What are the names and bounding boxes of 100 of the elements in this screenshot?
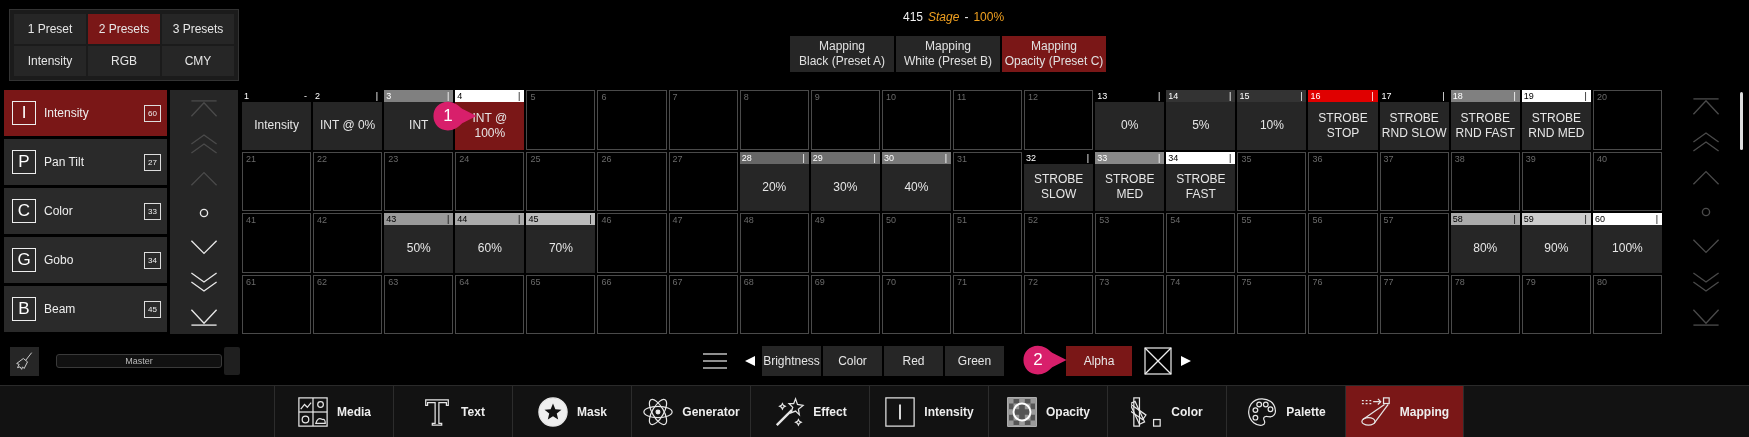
preset-cell[interactable]: 34 | STROBE FAST [1166, 151, 1236, 211]
empty-cell[interactable]: 69 [810, 274, 880, 334]
toolbar-button[interactable]: Text [393, 386, 512, 437]
broom-button[interactable] [10, 346, 39, 376]
preset-button[interactable]: 2 Presets [88, 14, 160, 44]
category-item[interactable]: P Pan Tilt 27 [4, 139, 167, 185]
empty-cell[interactable]: 61 [242, 274, 312, 334]
preset-cell[interactable]: 33 | STROBE MED [1095, 151, 1165, 211]
empty-cell[interactable]: 37 [1379, 151, 1449, 211]
category-item[interactable]: B Beam 45 [4, 286, 167, 332]
empty-cell[interactable]: 66 [597, 274, 667, 334]
empty-cell[interactable]: 68 [739, 274, 809, 334]
mapping-button[interactable]: Mapping Black (Preset A) [790, 36, 894, 72]
preset-cell[interactable]: 16 | STROBE STOP [1308, 90, 1378, 150]
empty-cell[interactable]: 5 [526, 90, 596, 150]
empty-cell[interactable]: 46 [597, 213, 667, 273]
toolbar-button[interactable]: Opacity [988, 386, 1107, 437]
preset-cell[interactable]: 44 | 60% [455, 213, 525, 273]
empty-cell[interactable]: 80 [1592, 274, 1662, 334]
empty-cell[interactable]: 79 [1521, 274, 1591, 334]
empty-cell[interactable]: 36 [1308, 151, 1378, 211]
empty-cell[interactable]: 77 [1379, 274, 1449, 334]
preset-button[interactable]: 1 Preset [14, 14, 86, 44]
preset-cell[interactable]: 60 | 100% [1592, 213, 1662, 273]
empty-cell[interactable]: 47 [668, 213, 738, 273]
empty-cell[interactable]: 57 [1379, 213, 1449, 273]
empty-cell[interactable]: 54 [1166, 213, 1236, 273]
empty-cell[interactable]: 21 [242, 151, 312, 211]
preset-cell[interactable]: 14 | 5% [1166, 90, 1236, 150]
preset-cell[interactable]: 45 | 70% [526, 213, 596, 273]
crossed-box-icon[interactable] [1144, 347, 1172, 375]
toolbar-button[interactable]: Intensity [869, 386, 988, 437]
empty-cell[interactable]: 67 [668, 274, 738, 334]
preset-button[interactable]: Intensity [14, 46, 86, 76]
preset-cell[interactable]: 59 | 90% [1521, 213, 1591, 273]
toolbar-button[interactable]: Media [274, 386, 393, 437]
preset-cell[interactable]: 19 | STROBE RND MED [1521, 90, 1591, 150]
preset-cell[interactable]: 1 - Intensity [242, 90, 312, 150]
empty-cell[interactable]: 27 [668, 151, 738, 211]
empty-cell[interactable]: 53 [1095, 213, 1165, 273]
empty-cell[interactable]: 26 [597, 151, 667, 211]
category-item[interactable]: G Gobo 34 [4, 237, 167, 283]
preset-cell[interactable]: 4 | INT @ 100% [455, 90, 525, 150]
next-icon[interactable] [1180, 355, 1192, 367]
empty-cell[interactable]: 56 [1308, 213, 1378, 273]
empty-cell[interactable]: 48 [739, 213, 809, 273]
empty-cell[interactable]: 70 [881, 274, 951, 334]
preset-cell[interactable]: 17 | STROBE RND SLOW [1379, 90, 1449, 150]
empty-cell[interactable]: 62 [313, 274, 383, 334]
empty-cell[interactable]: 42 [313, 213, 383, 273]
empty-cell[interactable]: 22 [313, 151, 383, 211]
empty-cell[interactable]: 11 [953, 90, 1023, 150]
empty-cell[interactable]: 74 [1166, 274, 1236, 334]
toolbar-button[interactable]: Mapping [1345, 386, 1464, 437]
preset-cell[interactable]: 30 | 40% [881, 151, 951, 211]
channel-button[interactable]: Red [884, 346, 943, 376]
empty-cell[interactable]: 71 [953, 274, 1023, 334]
preset-cell[interactable]: 32 | STROBE SLOW [1024, 151, 1094, 211]
channel-button[interactable]: Green [945, 346, 1004, 376]
empty-cell[interactable]: 6 [597, 90, 667, 150]
empty-cell[interactable]: 73 [1095, 274, 1165, 334]
menu-icon[interactable] [702, 351, 728, 371]
empty-cell[interactable]: 50 [881, 213, 951, 273]
empty-cell[interactable]: 10 [881, 90, 951, 150]
empty-cell[interactable]: 9 [810, 90, 880, 150]
toolbar-button[interactable]: Mask [512, 386, 631, 437]
empty-cell[interactable]: 40 [1592, 151, 1662, 211]
empty-cell[interactable]: 55 [1237, 213, 1307, 273]
category-item[interactable]: C Color 33 [4, 188, 167, 234]
empty-cell[interactable]: 72 [1024, 274, 1094, 334]
toolbar-button[interactable]: Effect [750, 386, 869, 437]
empty-cell[interactable]: 52 [1024, 213, 1094, 273]
preset-cell[interactable]: 15 | 10% [1237, 90, 1307, 150]
empty-cell[interactable]: 31 [953, 151, 1023, 211]
preset-button[interactable]: CMY [162, 46, 234, 76]
channel-button[interactable]: Alpha [1066, 346, 1132, 376]
previous-icon[interactable] [744, 355, 756, 367]
empty-cell[interactable]: 75 [1237, 274, 1307, 334]
empty-cell[interactable]: 65 [526, 274, 596, 334]
preset-button[interactable]: 3 Presets [162, 14, 234, 44]
empty-cell[interactable]: 12 [1024, 90, 1094, 150]
empty-cell[interactable]: 38 [1450, 151, 1520, 211]
toolbar-button[interactable]: Generator [631, 386, 750, 437]
empty-cell[interactable]: 24 [455, 151, 525, 211]
toolbar-button[interactable]: Color [1107, 386, 1226, 437]
preset-cell[interactable]: 13 | 0% [1095, 90, 1165, 150]
empty-cell[interactable]: 39 [1521, 151, 1591, 211]
scrollbar[interactable] [1740, 92, 1743, 150]
preset-cell[interactable]: 2 | INT @ 0% [313, 90, 383, 150]
empty-cell[interactable]: 51 [953, 213, 1023, 273]
empty-cell[interactable]: 78 [1450, 274, 1520, 334]
empty-cell[interactable]: 41 [242, 213, 312, 273]
channel-button[interactable]: Brightness [762, 346, 821, 376]
preset-button[interactable]: RGB [88, 46, 160, 76]
empty-cell[interactable]: 64 [455, 274, 525, 334]
empty-cell[interactable]: 49 [810, 213, 880, 273]
preset-cell[interactable]: 28 | 20% [739, 151, 809, 211]
preset-cell[interactable]: 58 | 80% [1450, 213, 1520, 273]
preset-cell[interactable]: 43 | 50% [384, 213, 454, 273]
channel-button[interactable]: Color [823, 346, 882, 376]
